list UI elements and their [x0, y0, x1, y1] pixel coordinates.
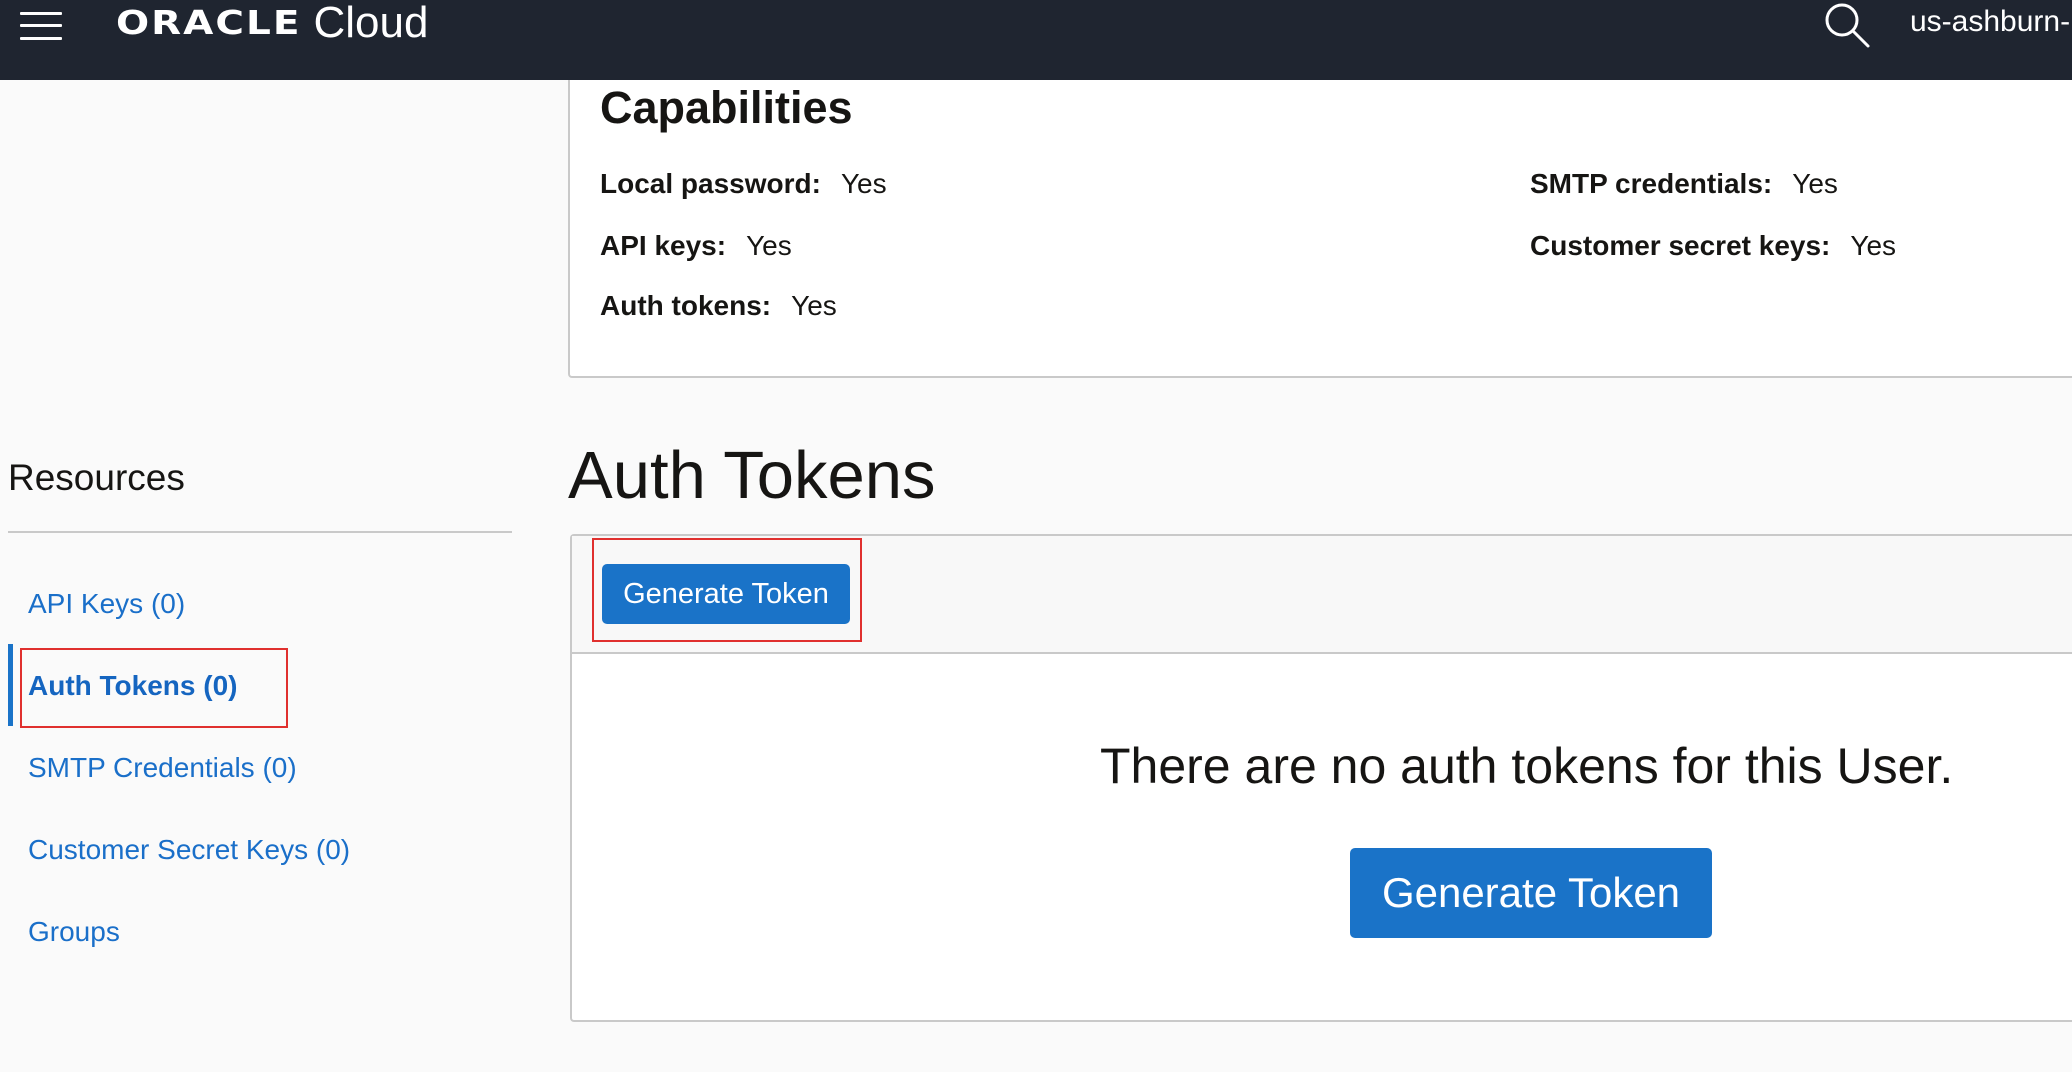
oracle-cloud-logo[interactable]: ORACLE Cloud	[116, 0, 428, 48]
capability-label: Auth tokens:	[600, 290, 772, 321]
capability-auth-tokens: Auth tokens: Yes	[600, 288, 837, 324]
auth-tokens-panel: Generate Token There are no auth tokens …	[570, 534, 2072, 1022]
logo-product: Cloud	[313, 0, 429, 47]
generate-token-empty-button[interactable]: Generate Token	[1350, 848, 1712, 938]
active-indicator	[8, 644, 13, 726]
capability-customer-secret-keys: Customer secret keys: Yes	[1530, 228, 1896, 264]
capability-value: Yes	[1792, 168, 1838, 199]
generate-token-button[interactable]: Generate Token	[602, 564, 850, 624]
auth-tokens-title: Auth Tokens	[568, 438, 936, 513]
sidebar-item-customer-secret-keys[interactable]: Customer Secret Keys (0)	[28, 832, 350, 868]
capability-label: SMTP credentials:	[1530, 168, 1773, 199]
capability-label: Customer secret keys:	[1530, 230, 1831, 261]
resources-title: Resources	[8, 457, 185, 498]
resources-divider	[8, 531, 512, 533]
capabilities-title: Capabilities	[600, 82, 853, 133]
capability-value: Yes	[1850, 230, 1897, 261]
empty-state-message: There are no auth tokens for this User.	[1100, 738, 1954, 794]
capability-api-keys: API keys: Yes	[600, 228, 792, 264]
search-icon[interactable]	[1822, 0, 1874, 50]
capability-label: Local password:	[600, 168, 821, 199]
capability-smtp-credentials: SMTP credentials: Yes	[1530, 166, 1838, 202]
logo-brand: ORACLE	[116, 3, 302, 43]
capability-value: Yes	[840, 168, 887, 199]
sidebar-item-auth-tokens[interactable]: Auth Tokens (0)	[28, 668, 237, 704]
capability-value: Yes	[791, 290, 837, 321]
capability-value: Yes	[746, 230, 792, 261]
capabilities-panel: Capabilities Local password: Yes SMTP cre…	[568, 80, 2072, 378]
sidebar-item-smtp-credentials[interactable]: SMTP Credentials (0)	[28, 750, 297, 786]
capability-local-password: Local password: Yes	[600, 166, 887, 202]
top-header: ORACLE Cloud us-ashburn-1	[0, 0, 2072, 80]
hamburger-menu-icon[interactable]	[20, 8, 62, 42]
capability-label: API keys:	[600, 230, 727, 261]
sidebar-item-groups[interactable]: Groups	[28, 914, 120, 950]
region-selector[interactable]: us-ashburn-1	[1910, 2, 2072, 42]
auth-tokens-toolbar: Generate Token	[572, 536, 2072, 654]
sidebar-item-api-keys[interactable]: API Keys (0)	[28, 586, 185, 622]
